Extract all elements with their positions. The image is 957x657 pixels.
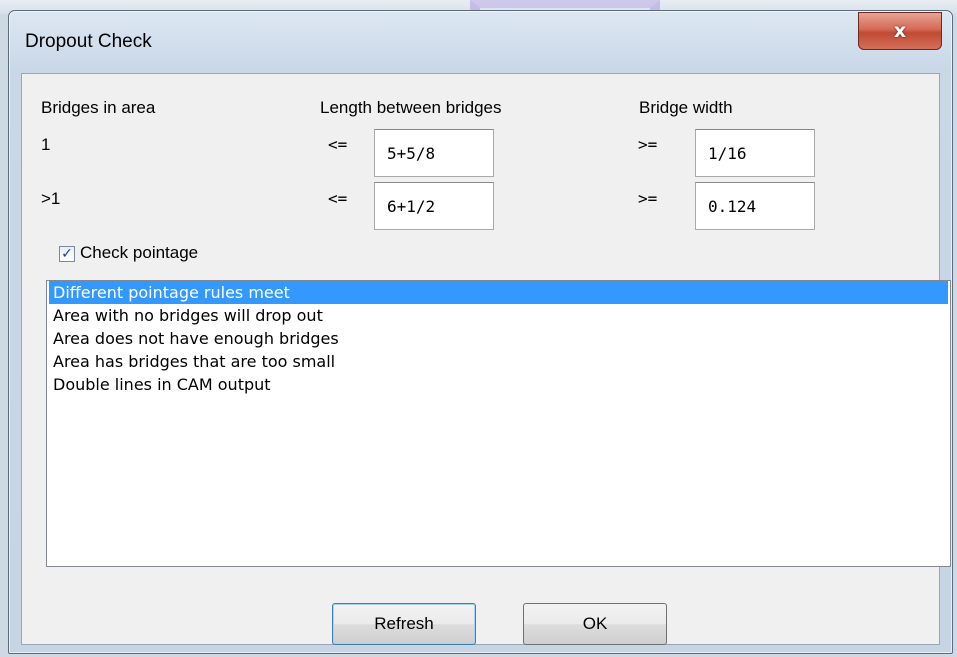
list-item[interactable]: Area with no bridges will drop out — [49, 304, 948, 327]
list-item[interactable]: Different pointage rules meet — [49, 281, 948, 304]
window-title: Dropout Check — [25, 31, 152, 52]
length-operator-1: <= — [328, 135, 348, 154]
width-operator-1: >= — [638, 135, 658, 154]
width-field-1[interactable] — [695, 129, 815, 177]
dialog-client-area: Bridges in area Length between bridges B… — [21, 73, 951, 645]
close-icon: x — [893, 20, 907, 42]
length-between-bridges-header: Length between bridges — [320, 98, 502, 117]
length-field-1[interactable] — [374, 129, 494, 177]
results-listbox[interactable]: Different pointage rules meet Area with … — [46, 280, 951, 567]
list-item[interactable]: Double lines in CAM output — [49, 373, 948, 396]
refresh-button[interactable]: Refresh — [332, 603, 476, 645]
width-field-2[interactable] — [695, 182, 815, 230]
list-item[interactable]: Area has bridges that are too small — [49, 350, 948, 373]
list-item[interactable]: Area does not have enough bridges — [49, 327, 948, 350]
bridges-count-label-2: >1 — [41, 189, 61, 208]
bridges-in-area-header: Bridges in area — [41, 98, 156, 117]
bridge-width-header: Bridge width — [639, 98, 733, 117]
ok-button[interactable]: OK — [523, 603, 667, 645]
length-operator-2: <= — [328, 189, 348, 208]
title-bar[interactable]: Dropout Check x — [9, 11, 952, 73]
bridges-count-label-1: 1 — [41, 135, 51, 154]
check-pointage-checkbox[interactable]: ✓ — [59, 246, 75, 262]
width-operator-2: >= — [638, 189, 658, 208]
checkmark-icon: ✓ — [61, 246, 73, 262]
close-button[interactable]: x — [858, 12, 942, 50]
dropout-check-dialog: Dropout Check x Bridges in area Length b… — [8, 10, 953, 654]
check-pointage-label[interactable]: Check pointage — [80, 243, 198, 263]
length-field-2[interactable] — [374, 182, 494, 230]
